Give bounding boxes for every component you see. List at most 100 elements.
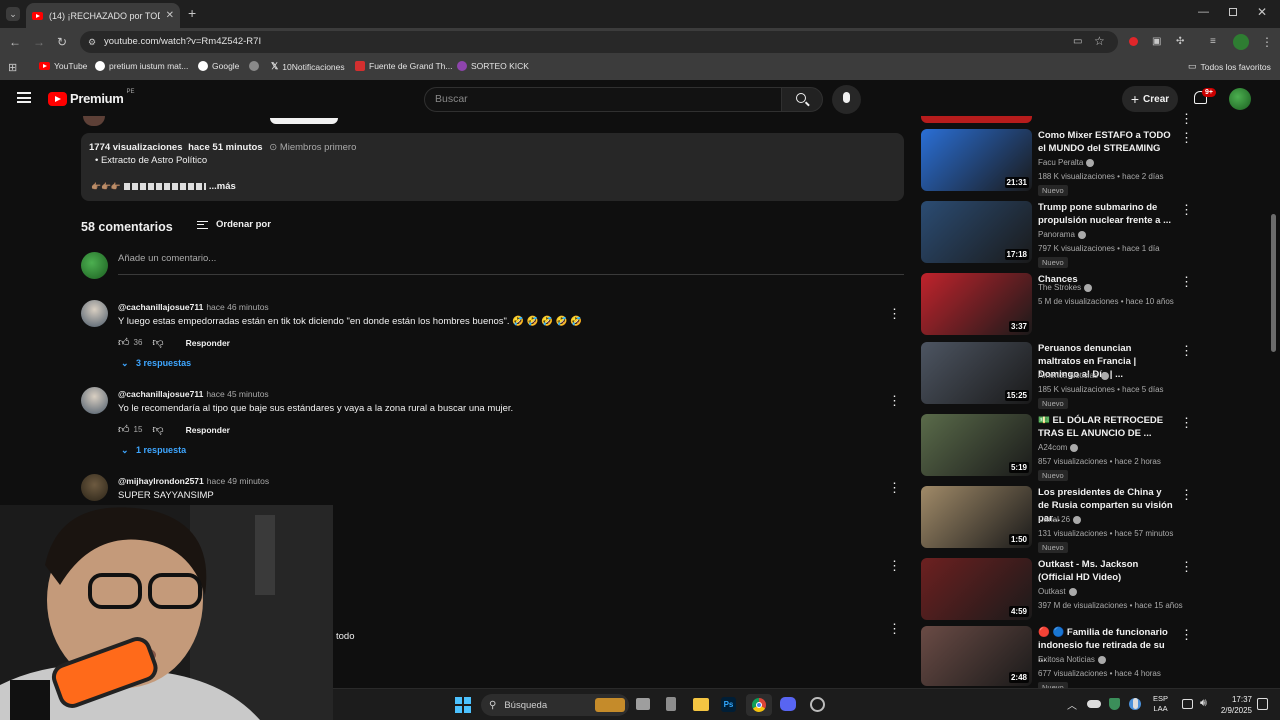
like-icon[interactable]: 👍︎	[118, 423, 130, 436]
related-menu-icon[interactable]	[1180, 344, 1193, 357]
profile-avatar[interactable]	[1233, 34, 1249, 50]
address-bar[interactable]: ⚙ youtube.com/watch?v=Rm4Z542-R7I	[80, 31, 1118, 53]
related-menu-icon[interactable]	[1180, 488, 1193, 501]
extension-record-icon[interactable]	[1129, 37, 1138, 46]
youtube-premium-logo[interactable]: Premium PE	[48, 89, 135, 106]
extensions-puzzle-icon[interactable]: ✣	[1176, 36, 1184, 48]
related-video-channel[interactable]: América Noticias	[1038, 371, 1110, 380]
active-tab[interactable]: (14) ¡RECHAZADO por TODAS ✕	[26, 3, 180, 28]
related-video-channel[interactable]: A24com	[1038, 443, 1079, 452]
related-menu-icon[interactable]	[1180, 416, 1193, 429]
chrome-menu-icon[interactable]: ⋮	[1261, 36, 1273, 48]
related-video-thumbnail[interactable]: 4:59	[921, 558, 1032, 620]
new-tab-icon[interactable]: +	[188, 5, 196, 21]
bookmark-grand-theft[interactable]: Fuente de Grand Th...	[355, 61, 452, 71]
cast-icon[interactable]: ▭	[1073, 36, 1082, 48]
clock[interactable]: 17:37 2/9/2025	[1218, 694, 1252, 716]
security-icon[interactable]	[1109, 698, 1120, 710]
user-avatar[interactable]	[1229, 88, 1251, 110]
search-button[interactable]	[781, 87, 823, 112]
related-video-channel[interactable]: Outkast	[1038, 587, 1077, 596]
video-description[interactable]: 1774 visualizaciones hace 51 minutos ⊙ M…	[81, 133, 904, 201]
search-input[interactable]: Buscar	[424, 87, 782, 112]
comment-author[interactable]: @mijhaylrondon2571 hace 49 minutos	[118, 476, 269, 486]
related-video-title[interactable]: 💵 EL DÓLAR RETROCEDE TRAS EL ANUNCIO DE …	[1038, 414, 1173, 440]
onedrive-icon[interactable]	[1087, 700, 1101, 708]
comment-avatar[interactable]	[81, 300, 108, 327]
related-video-title[interactable]: Como Mixer ESTAFO a TODO el MUNDO del ST…	[1038, 129, 1173, 155]
reply-button[interactable]: Responder	[186, 425, 230, 435]
language-indicator[interactable]: ESP LAA	[1153, 694, 1168, 714]
reading-list-icon[interactable]: ≡	[1210, 36, 1216, 48]
dislike-icon[interactable]: 👎︎	[152, 336, 163, 349]
tab-search-icon[interactable]: ⌄	[6, 7, 20, 21]
voice-search-button[interactable]	[832, 85, 861, 114]
bookmark-sorteo[interactable]: SORTEO KICK	[457, 61, 529, 71]
task-view-icon[interactable]	[636, 698, 650, 710]
related-menu-icon[interactable]	[1180, 628, 1193, 641]
sort-comments-button[interactable]: Ordenar por	[197, 219, 271, 230]
related-video-thumbnail[interactable]: 2:48	[921, 626, 1032, 686]
comment-menu-icon[interactable]	[888, 559, 901, 572]
related-menu-icon[interactable]	[1180, 112, 1193, 125]
taskbar-search[interactable]: ⚲ Búsqueda	[481, 694, 629, 716]
bookmark-star-icon[interactable]: ☆	[1094, 35, 1105, 47]
like-icon[interactable]: 👍︎	[118, 336, 130, 349]
view-replies-button[interactable]: ⌄ 1 respuesta	[121, 445, 186, 456]
app-notification-icon[interactable]	[810, 697, 825, 712]
related-video-thumbnail[interactable]: 5:19	[921, 414, 1032, 476]
create-button[interactable]: + Crear	[1122, 86, 1178, 112]
microphone-icon[interactable]	[1133, 698, 1138, 709]
bookmark-google[interactable]: Google	[198, 61, 239, 71]
related-video-title[interactable]: Outkast - Ms. Jackson (Official HD Video…	[1038, 558, 1173, 584]
comment-avatar[interactable]	[81, 474, 108, 501]
subscribe-button-partial[interactable]	[270, 118, 338, 124]
related-video-thumbnail[interactable]: 3:37	[921, 273, 1032, 335]
related-menu-icon[interactable]	[1180, 131, 1193, 144]
network-icon[interactable]	[1182, 699, 1193, 709]
related-menu-icon[interactable]	[1180, 560, 1193, 573]
back-icon[interactable]: ←	[9, 36, 21, 48]
show-hidden-icons-icon[interactable]: ︿	[1067, 697, 1077, 712]
comment-author[interactable]: @cachanillajosue711 hace 46 minutos	[118, 302, 269, 312]
related-video-thumbnail[interactable]: 15:25	[921, 342, 1032, 404]
related-video-thumbnail[interactable]: 21:31	[921, 129, 1032, 191]
discord-icon[interactable]	[780, 697, 796, 711]
windows-start-icon[interactable]	[455, 697, 471, 713]
view-replies-button[interactable]: ⌄ 3 respuestas	[121, 358, 191, 369]
related-video-thumbnail[interactable]: 17:18	[921, 201, 1032, 263]
site-info-icon[interactable]: ⚙	[88, 31, 96, 53]
related-video-thumbnail[interactable]: 1:50	[921, 486, 1032, 548]
related-menu-icon[interactable]	[1180, 203, 1193, 216]
reload-icon[interactable]: ↻	[57, 36, 67, 48]
minimize-icon[interactable]: —	[1198, 6, 1209, 18]
notification-center-icon[interactable]	[1257, 698, 1268, 710]
bookmark-notificaciones[interactable]: 𝕏 10Notificaciones	[271, 61, 345, 72]
hamburger-menu-icon[interactable]	[17, 92, 31, 103]
chrome-icon[interactable]	[746, 694, 772, 716]
close-window-icon[interactable]: ✕	[1257, 5, 1267, 19]
tab-close-icon[interactable]: ✕	[166, 10, 174, 21]
related-video-channel[interactable]: Canal 26	[1038, 515, 1082, 524]
dislike-icon[interactable]: 👎︎	[152, 423, 163, 436]
comment-menu-icon[interactable]	[888, 394, 901, 407]
add-comment-input[interactable]: Añade un comentario...	[118, 253, 904, 275]
related-video-title[interactable]: Trump pone submarino de propulsión nucle…	[1038, 201, 1173, 227]
comment-menu-icon[interactable]	[888, 622, 901, 635]
bookmark-globe[interactable]	[249, 61, 259, 71]
related-video-channel[interactable]: Exitosa Noticias	[1038, 655, 1106, 664]
volume-icon[interactable]: 🔊︎	[1200, 697, 1207, 710]
reply-button[interactable]: Responder	[186, 338, 230, 348]
photoshop-icon[interactable]: Ps	[721, 697, 736, 712]
comment-author[interactable]: @cachanillajosue711 hace 45 minutos	[118, 389, 269, 399]
related-menu-icon[interactable]	[1180, 275, 1193, 288]
all-bookmarks[interactable]: ▭ Todos los favoritos	[1188, 61, 1271, 72]
file-explorer-icon[interactable]	[693, 698, 709, 711]
related-thumb-partial[interactable]	[921, 116, 1032, 123]
apps-grid-icon[interactable]: ⊞	[8, 61, 17, 74]
forward-icon[interactable]: →	[33, 36, 45, 48]
comment-avatar[interactable]	[81, 387, 108, 414]
comment-menu-icon[interactable]	[888, 481, 901, 494]
related-video-channel[interactable]: Facu Peralta	[1038, 158, 1095, 167]
extension-icon[interactable]: ▣	[1152, 36, 1161, 48]
